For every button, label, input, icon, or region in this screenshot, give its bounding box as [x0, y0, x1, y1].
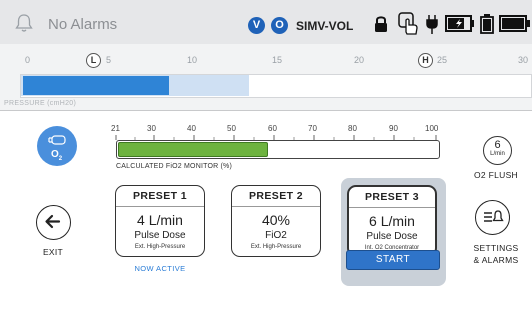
fio2-tick: 60: [268, 124, 277, 133]
pressure-tick: 0: [25, 55, 31, 65]
pressure-bar-fill: [23, 76, 169, 95]
preset-mode: Pulse Dose: [366, 231, 418, 242]
preset-active-status: NOW ACTIVE: [134, 264, 186, 273]
pressure-tick: 10: [187, 55, 198, 65]
preset-source: Ext. High-Pressure: [134, 244, 186, 250]
exit-button[interactable]: [36, 205, 71, 240]
preset-title: PRESET 3: [349, 187, 435, 208]
plug-icon: [426, 15, 438, 34]
fio2-bar-fill: [118, 142, 268, 157]
preset-value: 4 L/min: [137, 212, 183, 228]
preset-mode: FiO2: [265, 230, 287, 241]
fio2-tick: 40: [187, 124, 196, 133]
flush-unit: L/min: [490, 151, 505, 157]
fio2-tick: 30: [147, 124, 156, 133]
alarm-status-text[interactable]: No Alarms: [48, 16, 117, 33]
settings-label-1: SETTINGS: [473, 243, 519, 253]
start-button[interactable]: START: [346, 250, 440, 270]
touch-icon[interactable]: [398, 12, 420, 36]
lock-icon[interactable]: [373, 14, 389, 34]
pressure-label: PRESSURE (cmH20): [4, 100, 77, 107]
fio2-tick: 50: [227, 124, 236, 133]
preset-title: PRESET 2: [232, 186, 320, 207]
settings-alarms-button[interactable]: [475, 200, 510, 235]
preset-1-button[interactable]: PRESET 1 4 L/min Pulse Dose Ext. High-Pr…: [115, 185, 205, 257]
low-pressure-marker[interactable]: L: [86, 53, 101, 68]
pressure-tick: 30: [518, 55, 529, 65]
oxygen-source-button[interactable]: O2: [37, 126, 77, 166]
preset-3-button[interactable]: PRESET 3 6 L/min Pulse Dose Int. O2 Conc…: [347, 185, 437, 257]
o2-flush-button[interactable]: 6 L/min: [483, 136, 512, 165]
high-pressure-marker[interactable]: H: [418, 53, 433, 68]
pressure-tick: 5: [106, 55, 112, 65]
arrow-left-icon: [45, 214, 61, 229]
bell-icon[interactable]: [14, 13, 34, 33]
preset-source: Ext. High-Pressure: [250, 244, 302, 250]
battery-icon: [480, 14, 494, 34]
battery-charging-icon: [445, 15, 474, 32]
settings-alarm-icon: [484, 210, 504, 222]
fio2-tick: 80: [348, 124, 357, 133]
fio2-tick: 70: [308, 124, 317, 133]
fio2-tick: 100: [425, 124, 439, 133]
settings-label-2: & ALARMS: [473, 255, 519, 265]
pressure-tick: 25: [437, 55, 448, 65]
fio2-tick: 21: [111, 124, 120, 133]
fio2-monitor-label: CALCULATED FiO2 MONITOR (%): [116, 163, 232, 170]
volume-mode-badge: V: [248, 17, 265, 34]
oxygen-cylinder-icon: [48, 135, 66, 145]
pressure-tick: 20: [354, 55, 365, 65]
fio2-tick: 90: [389, 124, 398, 133]
divider: [0, 110, 532, 111]
preset-value: 40%: [261, 212, 291, 228]
preset-title: PRESET 1: [116, 186, 204, 207]
oxygen-label: O2: [51, 149, 63, 162]
exit-label: EXIT: [42, 247, 64, 257]
o2-flush-label: O2 FLUSH: [474, 170, 518, 180]
preset-2-button[interactable]: PRESET 2 40% FiO2 Ext. High-Pressure: [231, 185, 321, 257]
flush-value: 6: [494, 139, 501, 151]
pressure-tick: 15: [272, 55, 283, 65]
ventilation-mode-label[interactable]: SIMV-VOL: [296, 19, 353, 33]
battery-icon: [499, 15, 530, 32]
preset-mode: Pulse Dose: [134, 230, 186, 241]
preset-value: 6 L/min: [369, 213, 415, 229]
oxygen-mode-badge: O: [271, 17, 288, 34]
